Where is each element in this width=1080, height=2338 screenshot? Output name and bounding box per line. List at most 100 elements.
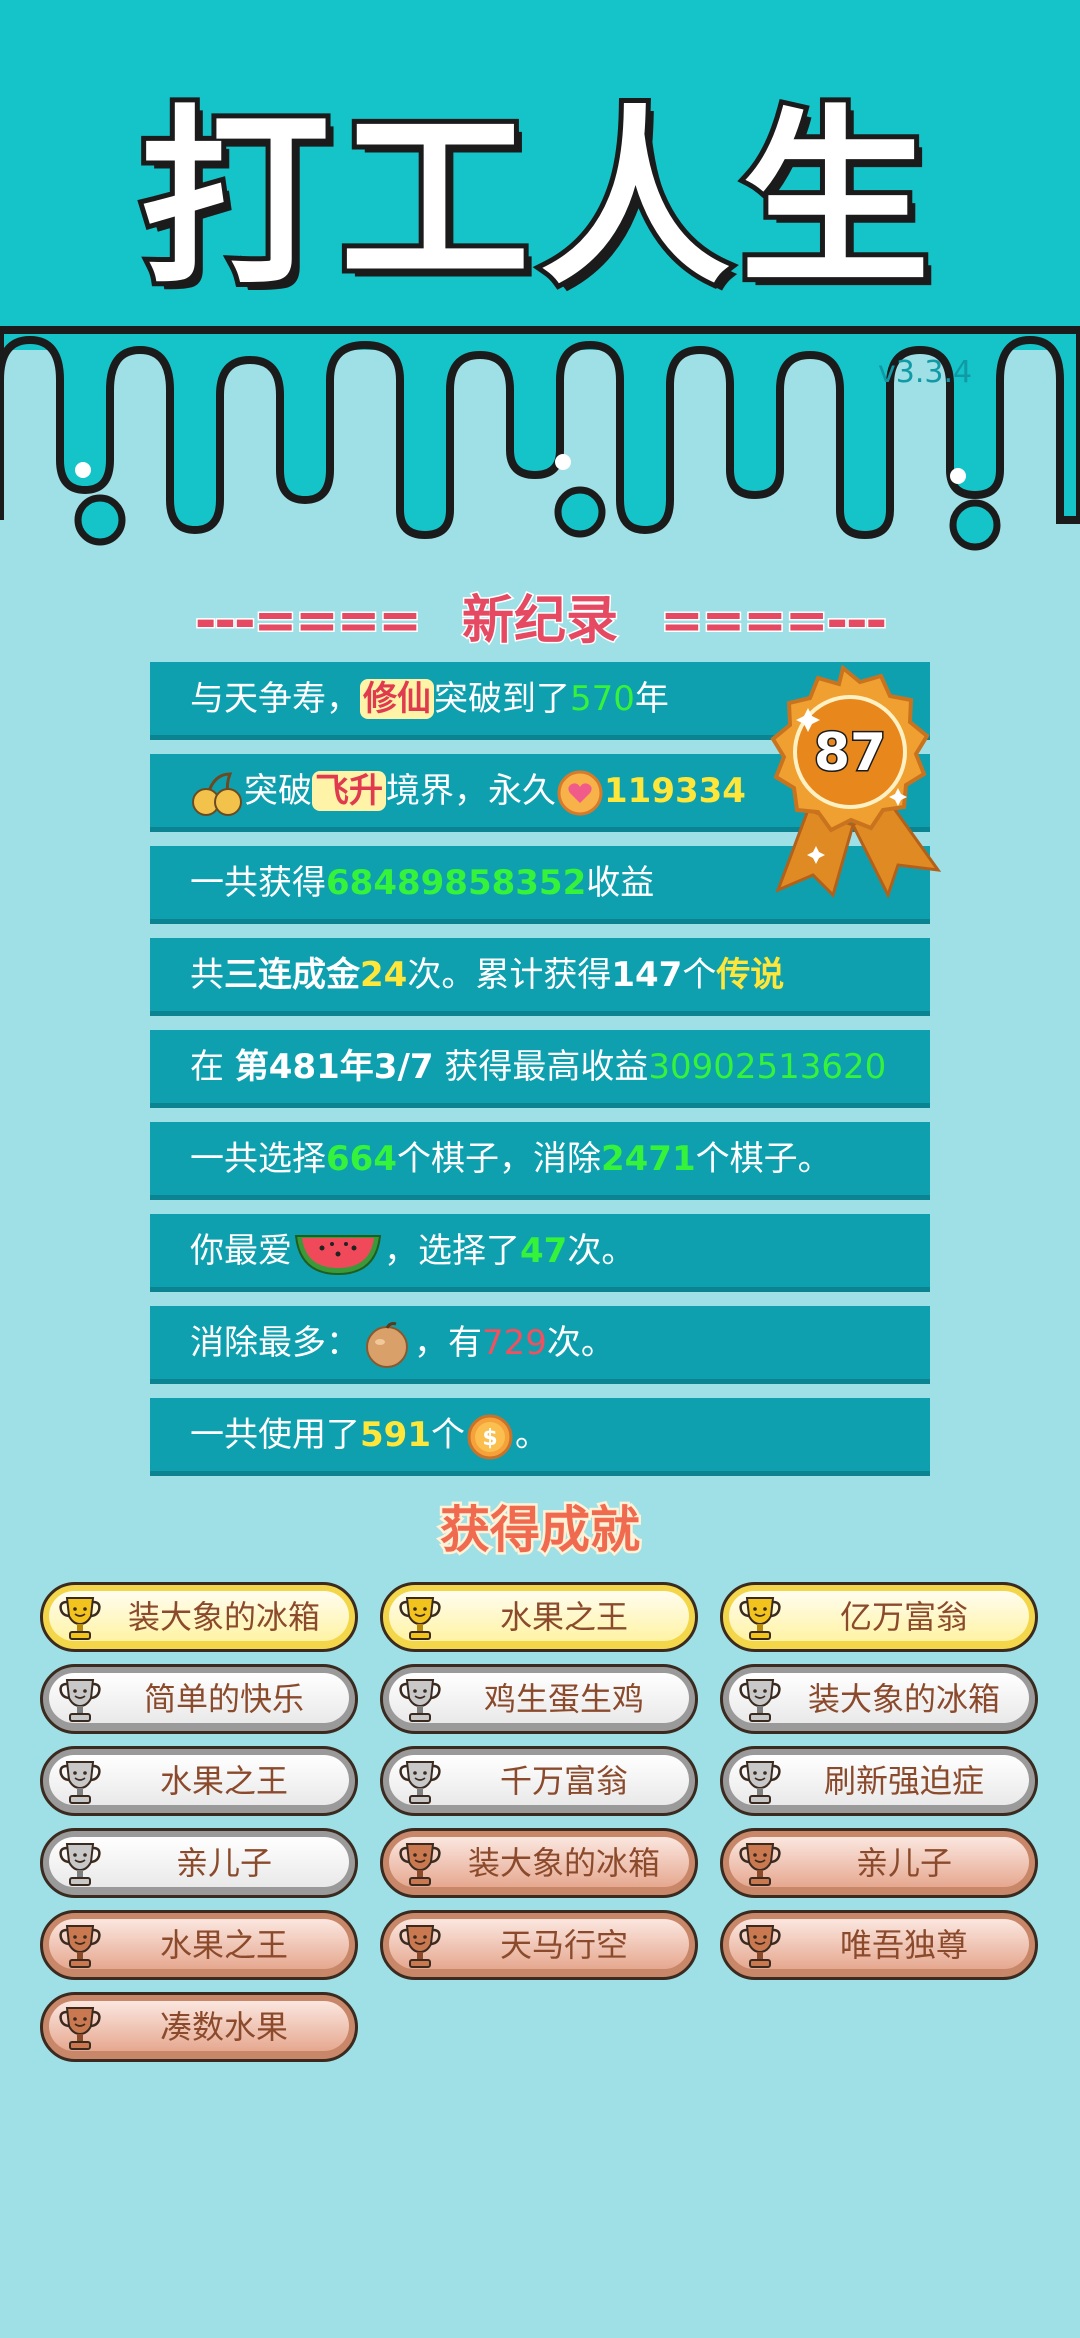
achievement-badge[interactable]: 水果之王 [40, 1746, 358, 1816]
record-row-max-income: 在 第481年3/7 获得最高收益30902513620 [150, 1030, 930, 1108]
record-highlight: 修仙 [360, 679, 434, 719]
achievement-badge[interactable]: 装大象的冰箱 [380, 1828, 698, 1898]
record-text: 一共使用了 [190, 1415, 360, 1455]
achievement-label: 装大象的冰箱 [807, 1680, 1000, 1718]
achievement-label: 水果之王 [159, 1926, 288, 1964]
achievement-label: 装大象的冰箱 [467, 1844, 660, 1882]
trophy-icon [399, 1761, 441, 1804]
record-text: 个 [430, 1415, 465, 1455]
badge-number: 87 [814, 723, 886, 783]
achievement-label: 水果之王 [499, 1598, 628, 1636]
record-text: 收益 [586, 863, 655, 903]
achievement-badge[interactable]: 凑数水果 [40, 1992, 358, 2062]
medal-badge-icon: 87 [770, 664, 942, 899]
record-row-most-eliminated: 消除最多： ，有729次。 [150, 1306, 930, 1384]
trophy-icon [59, 1761, 101, 1804]
record-row-favorite: 你最爱 ，选择了47次。 [150, 1214, 930, 1292]
achievement-badge[interactable]: 水果之王 [40, 1910, 358, 1980]
trophy-icon [59, 1597, 101, 1640]
peach-icon [366, 1321, 408, 1368]
trophy-icon [399, 1843, 441, 1886]
record-text: 次。 [546, 1323, 615, 1363]
trophy-icon [739, 1679, 781, 1722]
record-value: 24 [360, 955, 408, 995]
achievement-badge[interactable]: 天马行空 [380, 1910, 698, 1980]
record-text: 突破到了 [434, 679, 570, 719]
record-row-coins-used: 一共使用了591个 $ 。 [150, 1398, 930, 1476]
achievement-label: 刷新强迫症 [823, 1762, 984, 1800]
game-results-screen: 打工人生 打工人生 v3.3.4 ---==== 新纪录 ====--- 与天争… [0, 0, 1080, 2338]
record-text: 消除最多： [190, 1323, 360, 1363]
record-row-triple-gold: 共三连成金24次。累计获得147个传说 [150, 938, 930, 1016]
record-text: 个棋子。 [695, 1139, 832, 1179]
new-record-heading: ---==== 新纪录 ====--- [0, 578, 1080, 653]
achievement-badge[interactable]: 亿万富翁 [720, 1582, 1038, 1652]
record-highlight: 飞升 [312, 771, 386, 811]
version-label: v3.3.4 [878, 355, 973, 390]
achievement-badge[interactable]: 鸡生蛋生鸡 [380, 1664, 698, 1734]
trophy-icon [59, 2007, 101, 2050]
achievement-badge[interactable]: 水果之王 [380, 1582, 698, 1652]
trophy-icon [739, 1597, 781, 1640]
record-text: 次。 [567, 1231, 636, 1271]
record-text: 与天争寿， [190, 679, 360, 719]
record-text: 一共选择 [190, 1139, 326, 1179]
trophy-icon [59, 1843, 101, 1886]
svg-text:$: $ [482, 1426, 497, 1451]
achievement-label: 简单的快乐 [143, 1680, 304, 1718]
record-value: 30902513620 [648, 1047, 887, 1087]
achievement-badge[interactable]: 亲儿子 [40, 1828, 358, 1898]
achievement-badge[interactable]: 刷新强迫症 [720, 1746, 1038, 1816]
record-text: 。 [514, 1415, 549, 1455]
record-text: 共 [190, 955, 224, 995]
achievement-badge[interactable]: 装大象的冰箱 [40, 1582, 358, 1652]
achievement-label: 鸡生蛋生鸡 [483, 1680, 644, 1718]
record-highlight: 传说 [716, 955, 785, 995]
record-text: ，有 [414, 1323, 482, 1363]
record-value: 591 [360, 1415, 431, 1455]
achievement-label: 装大象的冰箱 [127, 1598, 320, 1636]
record-value: 2471 [600, 1139, 696, 1179]
record-row-pieces: 一共选择664个棋子，消除2471个棋子。 [150, 1122, 930, 1200]
record-value: 68489858352 [326, 863, 587, 903]
record-text: ，选择了 [384, 1231, 520, 1271]
achievement-badge[interactable]: 简单的快乐 [40, 1664, 358, 1734]
trophy-icon [59, 1679, 101, 1722]
new-record-title: 新纪录 [460, 590, 619, 653]
record-text: 突破 [244, 771, 312, 811]
record-value: 47 [520, 1231, 568, 1271]
record-text: 在 [190, 1047, 235, 1087]
record-text: 一共获得 [190, 863, 326, 903]
achievement-label: 天马行空 [499, 1926, 628, 1964]
record-highlight: 三连成金 [224, 955, 360, 995]
achievement-badge[interactable]: 装大象的冰箱 [720, 1664, 1038, 1734]
achievement-label: 亲儿子 [175, 1844, 272, 1882]
achievement-badge[interactable]: 唯吾独尊 [720, 1910, 1038, 1980]
trophy-icon [399, 1925, 441, 1968]
game-title: 打工人生 [135, 89, 940, 310]
achievement-label: 亲儿子 [855, 1844, 952, 1882]
trophy-icon [399, 1679, 441, 1722]
achievement-label: 唯吾独尊 [839, 1926, 968, 1964]
trophy-icon [399, 1597, 441, 1640]
record-text: 你最爱 [190, 1231, 292, 1271]
cherry-icon [192, 771, 242, 816]
achievement-label: 水果之王 [159, 1762, 288, 1800]
trophy-icon [739, 1761, 781, 1804]
achievement-badge[interactable]: 亲儿子 [720, 1828, 1038, 1898]
record-value: 570 [570, 679, 635, 719]
heart-coin-icon [557, 770, 603, 815]
record-value: 729 [482, 1323, 547, 1363]
header: 打工人生 打工人生 v3.3.4 [0, 0, 1080, 560]
record-value: 119334 [604, 771, 746, 811]
record-text: 获得最高收益 [433, 1047, 649, 1087]
record-highlight: 第481年3/7 [234, 1047, 434, 1087]
left-dash-decoration: ---==== [193, 590, 423, 653]
trophy-icon [739, 1925, 781, 1968]
record-value: 147 [611, 955, 683, 995]
achievement-badge[interactable]: 千万富翁 [380, 1746, 698, 1816]
record-value: 664 [326, 1139, 397, 1179]
achievement-label: 千万富翁 [499, 1762, 628, 1800]
record-text: 个 [682, 955, 717, 995]
achievement-label: 凑数水果 [159, 2008, 288, 2046]
